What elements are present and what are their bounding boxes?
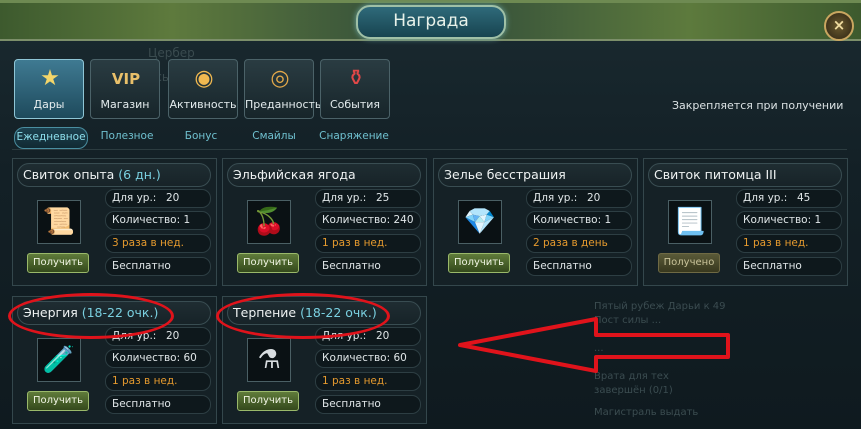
vip-icon: VIP bbox=[111, 70, 141, 88]
card-title: Свиток питомца III bbox=[648, 163, 842, 187]
tab-label: Активность bbox=[169, 98, 237, 111]
background-note: Магистраль выдать bbox=[594, 407, 699, 418]
window-title: Награда bbox=[356, 5, 506, 39]
crystal-icon: 💎 bbox=[458, 200, 502, 244]
ring-icon: ◎ bbox=[270, 66, 290, 91]
subtab-emoticons[interactable]: Смайлы bbox=[246, 127, 302, 147]
price-row: Бесплатно bbox=[736, 257, 842, 276]
price-row: Бесплатно bbox=[105, 395, 211, 414]
tab-loyalty[interactable]: ◎ Преданность bbox=[244, 59, 322, 119]
received-button: Получено bbox=[658, 253, 720, 273]
frequency-row: 1 раз в нед. bbox=[736, 234, 842, 253]
tab-activity[interactable]: ◉ Активность bbox=[168, 59, 238, 119]
level-row: Для ур.: 25 bbox=[315, 189, 421, 208]
subtab-equipment[interactable]: Снаряжение bbox=[314, 127, 394, 147]
pin-on-receive-text: Закрепляется при получении bbox=[672, 99, 844, 112]
subtab-useful[interactable]: Полезное bbox=[92, 127, 162, 147]
tab-label: Дары bbox=[33, 98, 65, 111]
quantity-row: Количество: 1 bbox=[736, 211, 842, 230]
reward-card-pet-scroll: Свиток питомца III 📃 Получено Для ур.: 45… bbox=[643, 158, 848, 286]
price-row: Бесплатно bbox=[105, 257, 211, 276]
scroll-icon: 📜 bbox=[37, 200, 81, 244]
reward-card-elf-berry: Эльфийская ягода 🍒 Получить Для ур.: 25 К… bbox=[222, 158, 427, 286]
quantity-row: Количество: 60 bbox=[315, 349, 421, 368]
frequency-row: 2 раза в день bbox=[526, 234, 632, 253]
frequency-row: 1 раз в нед. bbox=[315, 234, 421, 253]
price-row: Бесплатно bbox=[526, 257, 632, 276]
background-note: завершён (0/1) bbox=[594, 385, 673, 396]
frequency-row: 1 раз в нед. bbox=[315, 372, 421, 391]
eye-icon: ◉ bbox=[194, 66, 214, 91]
frequency-row: 3 раза в нед. bbox=[105, 234, 211, 253]
tab-shop[interactable]: VIP Магазин bbox=[90, 59, 160, 119]
get-button[interactable]: Получить bbox=[448, 253, 510, 273]
tab-label: Магазин bbox=[100, 98, 150, 111]
price-row: Бесплатно bbox=[315, 395, 421, 414]
reward-card-exp-scroll: Свиток опыта (6 дн.) 📜 Получить Для ур.:… bbox=[12, 158, 217, 286]
get-button[interactable]: Получить bbox=[237, 391, 299, 411]
potion-icon: ⚱ bbox=[346, 66, 366, 91]
tab-events[interactable]: ⚱ События bbox=[320, 59, 390, 119]
price-row: Бесплатно bbox=[315, 257, 421, 276]
get-button[interactable]: Получить bbox=[27, 253, 89, 273]
card-title: Зелье бесстрашия bbox=[438, 163, 632, 187]
level-row: Для ур.: 45 bbox=[736, 189, 842, 208]
reward-card-fearless-potion: Зелье бесстрашия 💎 Получить Для ур.: 20 К… bbox=[433, 158, 638, 286]
annotation-circle bbox=[8, 293, 174, 339]
star-icon: ★ bbox=[40, 66, 60, 91]
card-title: Эльфийская ягода bbox=[227, 163, 421, 187]
level-row: Для ур.: 20 bbox=[105, 189, 211, 208]
background-ghost-text: Цербер bbox=[148, 46, 195, 60]
background-note: Пятый рубеж Дарьи к 49 bbox=[594, 301, 726, 312]
frequency-row: 1 раз в нед. bbox=[105, 372, 211, 391]
get-button[interactable]: Получить bbox=[27, 391, 89, 411]
close-button[interactable]: × bbox=[824, 11, 854, 41]
subtab-daily[interactable]: Ежедневное bbox=[14, 127, 88, 149]
card-title: Свиток опыта (6 дн.) bbox=[17, 163, 211, 187]
annotation-circle bbox=[216, 293, 390, 339]
subtab-bonus[interactable]: Бонус bbox=[176, 127, 226, 147]
tab-label: События bbox=[329, 98, 381, 111]
quantity-row: Количество: 1 bbox=[526, 211, 632, 230]
quantity-row: Количество: 240 bbox=[315, 211, 421, 230]
annotation-arrow bbox=[458, 317, 730, 373]
blue-potion-icon: 🧪 bbox=[37, 338, 81, 382]
orange-potion-icon: ⚗ bbox=[247, 338, 291, 382]
get-button[interactable]: Получить bbox=[237, 253, 299, 273]
level-row: Для ур.: 20 bbox=[526, 189, 632, 208]
pet-scroll-icon: 📃 bbox=[668, 200, 712, 244]
berry-icon: 🍒 bbox=[247, 200, 291, 244]
tab-label: Преданность bbox=[245, 98, 322, 111]
quantity-row: Количество: 1 bbox=[105, 211, 211, 230]
tab-gifts[interactable]: ★ Дары bbox=[14, 59, 84, 119]
sub-tabs: Ежедневное Полезное Бонус Смайлы Снаряже… bbox=[12, 127, 847, 150]
reward-window: Награда × Цербер Бусы ★ Дары VIP Магазин… bbox=[0, 0, 861, 429]
quantity-row: Количество: 60 bbox=[105, 349, 211, 368]
